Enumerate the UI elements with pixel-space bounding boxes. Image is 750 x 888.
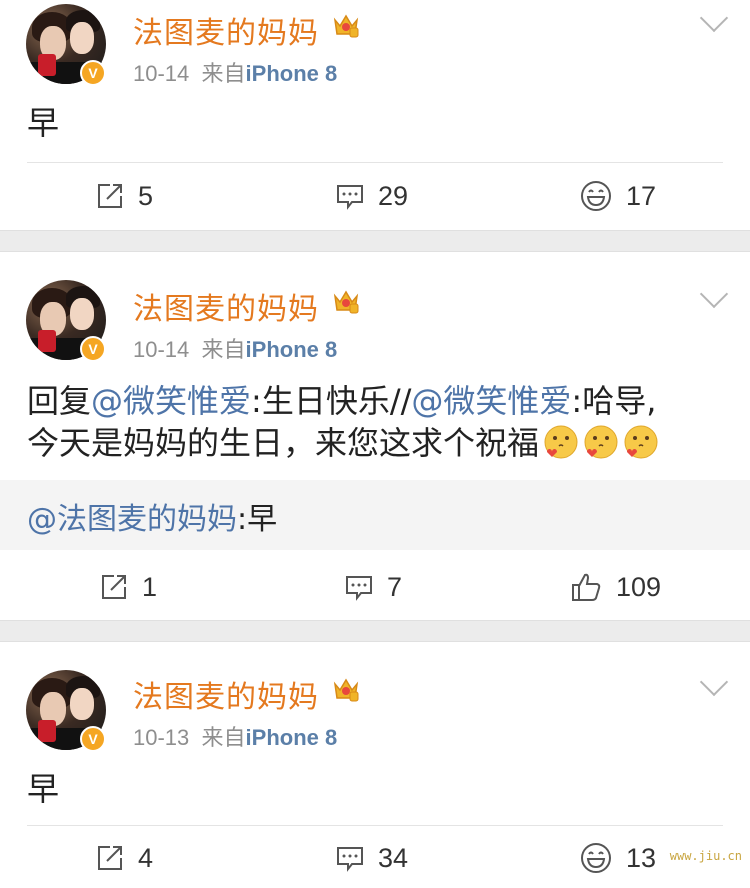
post-text: 早 (27, 104, 60, 142)
comment-icon (337, 185, 363, 210)
thumbs-up-icon (572, 573, 601, 601)
post-text: 早 (27, 770, 60, 808)
post-meta: 10-14 来自iPhone 8 (133, 332, 337, 364)
like-count: 17 (626, 180, 657, 211)
divider (27, 162, 723, 163)
author-name[interactable]: 法图麦的妈妈 (133, 284, 319, 328)
post-separator (0, 620, 750, 642)
comment-button[interactable]: 29 (336, 166, 408, 226)
chevron-down-icon[interactable] (699, 279, 729, 309)
author-name[interactable]: 法图麦的妈妈 (133, 672, 319, 716)
comment-button[interactable]: 7 (345, 557, 402, 617)
mention-link[interactable]: @微笑惟爱 (411, 382, 571, 420)
source-prefix: 来自 (201, 337, 246, 362)
source-prefix: 来自 (201, 725, 246, 750)
action-bar: 4 34 13 (0, 828, 750, 888)
like-count: 109 (616, 571, 662, 602)
action-bar: 1 7 109 (0, 557, 750, 617)
repost-button[interactable]: 4 (96, 828, 153, 888)
post-meta: 10-13 来自iPhone 8 (133, 720, 337, 752)
quote-text: @法图麦的妈妈:早 (27, 494, 277, 538)
text-part: :生日快乐// (251, 382, 412, 420)
post-date: 10-13 (133, 725, 190, 750)
source-prefix: 来自 (201, 61, 246, 86)
crown-icon (333, 290, 359, 314)
like-button[interactable]: 13 (580, 828, 656, 888)
post-3[interactable]: V 法图麦的妈妈 10-13 来自iPhone 8 早 4 34 13 (0, 642, 750, 885)
laugh-icon (581, 843, 611, 873)
action-bar: 5 29 17 (0, 166, 750, 226)
comment-count: 34 (378, 842, 409, 873)
post-2[interactable]: V 法图麦的妈妈 10-14 来自iPhone 8 回复@微笑惟爱:生日快乐//… (0, 252, 750, 620)
repost-button[interactable]: 5 (96, 166, 153, 226)
repost-icon (98, 184, 122, 208)
repost-count: 4 (138, 842, 154, 873)
post-separator (0, 230, 750, 252)
text-line-2: 今天是妈妈的生日，来您这求个祝福 (27, 424, 540, 462)
source-device[interactable]: iPhone 8 (246, 61, 338, 86)
kiss-emoji-icon (584, 425, 618, 459)
divider (27, 825, 723, 826)
source-device[interactable]: iPhone 8 (246, 725, 338, 750)
chevron-down-icon[interactable] (699, 667, 729, 697)
post-meta: 10-14 来自iPhone 8 (133, 56, 337, 88)
mention-link[interactable]: @法图麦的妈妈 (27, 502, 237, 537)
verified-badge-icon: V (80, 336, 106, 362)
quoted-post[interactable]: @法图麦的妈妈:早 (0, 480, 750, 550)
kiss-emoji-icon (544, 425, 578, 459)
like-button[interactable]: 109 (570, 557, 661, 617)
comment-icon (346, 576, 372, 601)
comment-count: 7 (387, 571, 403, 602)
like-count: 13 (626, 842, 657, 873)
crown-icon (333, 14, 359, 38)
comment-button[interactable]: 34 (336, 828, 408, 888)
comment-count: 29 (378, 180, 409, 211)
verified-badge-icon: V (80, 726, 106, 752)
repost-count: 1 (142, 571, 158, 602)
post-1[interactable]: V 法图麦的妈妈 10-14 来自iPhone 8 早 5 29 17 (0, 0, 750, 230)
repost-button[interactable]: 1 (100, 557, 157, 617)
post-text: 回复@微笑惟爱:生日快乐//@微笑惟爱:哈导, 今天是妈妈的生日，来您这求个祝福 (27, 380, 727, 464)
text-part: :哈导, (571, 382, 657, 420)
text-part: 回复 (27, 382, 92, 420)
repost-count: 5 (138, 180, 154, 211)
crown-icon (333, 678, 359, 702)
post-date: 10-14 (133, 61, 190, 86)
kiss-emoji-icon (624, 425, 658, 459)
source-device[interactable]: iPhone 8 (246, 337, 338, 362)
verified-badge-icon: V (80, 60, 106, 86)
chevron-down-icon[interactable] (699, 3, 729, 33)
mention-link[interactable]: @微笑惟爱 (91, 382, 251, 420)
watermark: www.jiu.cn (669, 849, 742, 863)
like-button[interactable]: 17 (580, 166, 656, 226)
repost-icon (98, 846, 122, 870)
laugh-icon (581, 181, 611, 211)
post-date: 10-14 (133, 337, 190, 362)
comment-icon (337, 847, 363, 872)
author-name[interactable]: 法图麦的妈妈 (133, 8, 319, 52)
quote-body: :早 (237, 502, 278, 537)
repost-icon (102, 575, 126, 599)
